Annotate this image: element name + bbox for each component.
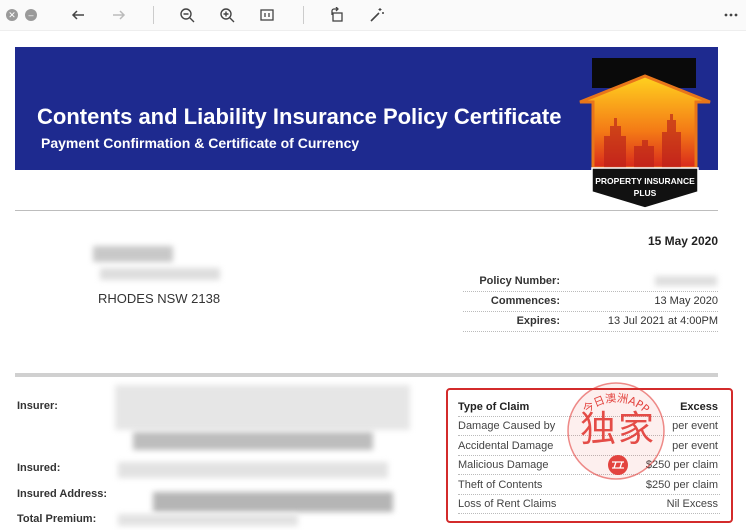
banner-title: Contents and Liability Insurance Policy …	[37, 104, 562, 129]
zoom-out-icon[interactable]	[177, 5, 197, 25]
policy-value: 13 May 2020	[654, 295, 718, 307]
redacted-insurer-line	[133, 432, 373, 450]
type-of-claim-header: Type of Claim	[458, 401, 530, 413]
close-icon[interactable]: ✕	[6, 9, 18, 21]
fit-page-icon[interactable]	[257, 5, 277, 25]
table-row: Loss of Rent Claims Nil Excess	[458, 495, 720, 514]
total-premium-label: Total Premium:	[17, 513, 97, 525]
viewer-toolbar: ✕ –	[0, 0, 746, 31]
redacted-insured-address	[153, 492, 393, 512]
exclusive-watermark-stamp: 今日澳洲APP 独 家	[567, 382, 665, 480]
claim-excess: per event	[672, 440, 718, 452]
policy-label: Commences:	[490, 295, 560, 307]
claim-type: Damage Caused by	[458, 420, 556, 432]
claim-excess: Nil Excess	[666, 498, 718, 510]
more-icon[interactable]	[721, 5, 741, 25]
forward-icon[interactable]	[109, 5, 129, 25]
toolbar-separator	[303, 6, 304, 24]
banner-subtitle: Payment Confirmation & Certificate of Cu…	[41, 135, 360, 151]
address-suburb: RHODES NSW 2138	[98, 291, 221, 306]
redacted-name	[93, 246, 173, 262]
claim-excess: per event	[672, 420, 718, 432]
zoom-in-icon[interactable]	[217, 5, 237, 25]
commences-row: Commences: 13 May 2020	[463, 293, 718, 312]
redacted-address	[100, 268, 220, 280]
claim-type: Loss of Rent Claims	[458, 498, 557, 510]
divider	[15, 210, 718, 211]
watermark-char-1: 独	[580, 409, 616, 450]
policy-value: 13 Jul 2021 at 4:00PM	[607, 315, 718, 327]
claim-type: Accidental Damage	[458, 440, 554, 452]
toolbar-separator	[153, 6, 154, 24]
insured-label: Insured:	[17, 462, 61, 474]
certificate-date: 15 May 2020	[647, 234, 718, 248]
rotate-icon[interactable]	[327, 5, 347, 25]
logo-text-line2: PLUS	[634, 188, 657, 198]
policy-label: Policy Number:	[479, 275, 560, 287]
redacted-insured	[118, 462, 388, 478]
redacted-policy-number	[655, 276, 717, 286]
excess-header: Excess	[680, 401, 718, 413]
watermark-char-2: 家	[618, 409, 654, 450]
insurer-label: Insurer:	[17, 400, 58, 412]
claim-type: Theft of Contents	[458, 479, 543, 491]
back-icon[interactable]	[68, 5, 88, 25]
expires-row: Expires: 13 Jul 2021 at 4:00PM	[463, 313, 718, 332]
minimize-icon[interactable]: –	[25, 9, 37, 21]
redacted-total-premium	[118, 514, 298, 526]
logo-text-line1: PROPERTY INSURANCE	[595, 176, 695, 186]
insured-address-label: Insured Address:	[17, 488, 108, 500]
redacted-insurer	[115, 385, 410, 430]
claim-type: Malicious Damage	[458, 459, 549, 471]
property-insurance-plus-logo: PROPERTY INSURANCE PLUS	[579, 58, 711, 209]
magic-wand-icon[interactable]	[367, 5, 387, 25]
policy-label: Expires:	[516, 315, 560, 327]
